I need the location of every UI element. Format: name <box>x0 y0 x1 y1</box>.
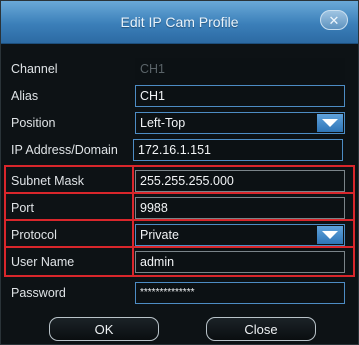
dialog-title-bar: Edit IP Cam Profile ✕ <box>1 1 358 44</box>
highlight-divider <box>4 192 355 194</box>
protocol-select[interactable]: Private <box>135 224 345 246</box>
position-row: Position Left-Top <box>1 111 359 135</box>
dialog-title: Edit IP Cam Profile <box>120 14 239 30</box>
alias-row: Alias CH1 <box>1 84 359 108</box>
subnet-mask-label: Subnet Mask <box>11 174 84 188</box>
highlight-divider <box>4 246 355 248</box>
password-label: Password <box>11 286 66 300</box>
password-input[interactable]: ************** <box>135 282 345 304</box>
password-row: Password ************** <box>1 281 359 305</box>
port-row: Port 9988 <box>1 196 359 220</box>
protocol-label: Protocol <box>11 228 57 242</box>
position-label: Position <box>11 116 56 130</box>
ip-address-input[interactable]: 172.16.1.151 <box>133 139 343 161</box>
edit-ip-cam-dialog: Edit IP Cam Profile ✕ Channel CH1 Alias … <box>0 0 359 345</box>
subnet-mask-row: Subnet Mask 255.255.255.000 <box>1 169 359 193</box>
close-button[interactable]: Close <box>206 317 316 341</box>
user-name-label: User Name <box>11 255 75 269</box>
ip-address-label: IP Address/Domain <box>11 143 118 157</box>
highlight-divider <box>132 165 134 277</box>
chevron-down-icon[interactable] <box>317 114 343 132</box>
user-name-row: User Name admin <box>1 250 359 274</box>
position-selected-value: Left-Top <box>140 116 186 130</box>
chevron-down-icon[interactable] <box>317 226 343 244</box>
ok-button[interactable]: OK <box>49 317 159 341</box>
close-icon[interactable]: ✕ <box>320 10 348 30</box>
user-name-input[interactable]: admin <box>135 251 345 273</box>
ip-address-row: IP Address/Domain 172.16.1.151 <box>1 138 359 162</box>
subnet-mask-input[interactable]: 255.255.255.000 <box>135 170 345 192</box>
port-label: Port <box>11 201 34 215</box>
channel-row: Channel CH1 <box>1 57 359 81</box>
protocol-row: Protocol Private <box>1 223 359 247</box>
alias-label: Alias <box>11 89 39 103</box>
alias-input[interactable]: CH1 <box>135 85 345 107</box>
channel-value: CH1 <box>135 58 345 80</box>
highlight-divider <box>4 219 355 221</box>
port-input[interactable]: 9988 <box>135 197 345 219</box>
position-select[interactable]: Left-Top <box>135 112 345 134</box>
protocol-selected-value: Private <box>140 228 179 242</box>
channel-label: Channel <box>11 62 58 76</box>
